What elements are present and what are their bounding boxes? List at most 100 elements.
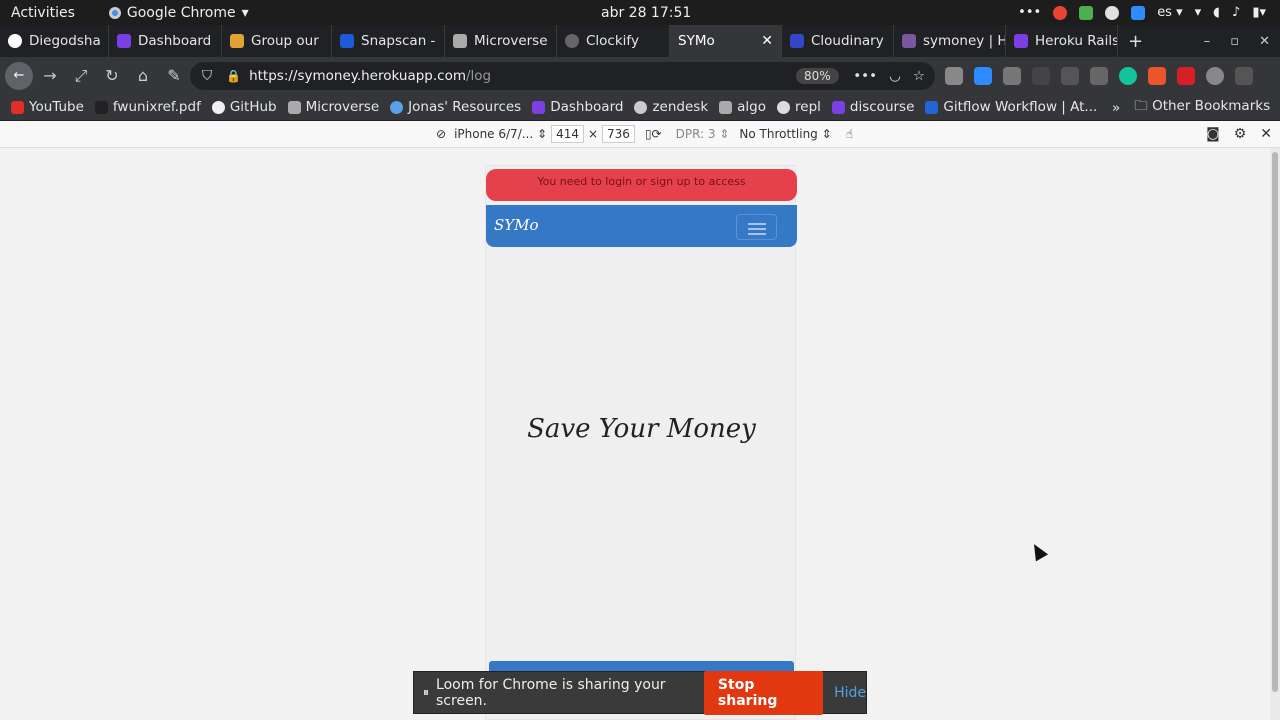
tab-label: Dashboard (138, 33, 212, 49)
tab-8[interactable]: symoney | H (894, 25, 1006, 57)
bookmark-discourse[interactable]: discourse (831, 99, 914, 115)
tab-4[interactable]: Microverse (445, 25, 557, 57)
close-tab-icon[interactable]: ✕ (751, 33, 773, 49)
maximize-button[interactable]: ▫ (1230, 34, 1239, 49)
bookmark-fwunixref[interactable]: fwunixref.pdf (94, 99, 201, 115)
bookmark-label: Jonas' Resources (408, 99, 522, 115)
lock-icon[interactable]: 🔒 (226, 69, 241, 83)
menu-icon[interactable] (1235, 66, 1253, 85)
sidebar-icon[interactable] (1003, 66, 1021, 85)
bookmark-algo[interactable]: algo (719, 99, 766, 115)
activities-button[interactable]: Activities (11, 5, 75, 21)
extension-orange-icon[interactable] (1148, 66, 1166, 85)
scrollbar-thumb[interactable] (1272, 152, 1278, 692)
address-bar[interactable]: ⛉ 🔒 https://symoney.herokuapp.com/log 80… (190, 61, 935, 90)
sync-icon[interactable] (1206, 66, 1224, 85)
rotate-icon[interactable]: ▯⟳ (645, 127, 662, 141)
screenshot-icon[interactable]: ◙ (1206, 126, 1220, 142)
grammarly-icon[interactable] (1119, 66, 1137, 85)
chrome-tray-icon[interactable] (1053, 5, 1068, 20)
shield-icon[interactable]: ⛉ (202, 68, 212, 84)
extensions-icon[interactable] (945, 66, 963, 85)
tab-label: Microverse (474, 33, 548, 49)
download-icon[interactable] (974, 66, 992, 85)
width-input[interactable]: 414 (551, 125, 584, 143)
device-selector[interactable]: iPhone 6/7/... ⇕ (454, 127, 547, 141)
tab-5[interactable]: Clockify (557, 25, 670, 57)
app-name: Google Chrome (126, 4, 236, 21)
money-bag-icon (230, 34, 244, 48)
tab-1[interactable]: Dashboard (109, 25, 222, 57)
extension-lock-icon[interactable] (1177, 66, 1195, 85)
minimize-button[interactable]: – (1204, 34, 1211, 49)
slack-tray-icon[interactable] (1105, 5, 1120, 20)
responsive-toolbar: ⊘ iPhone 6/7/... ⇕ 414 × 736 ▯⟳ DPR: 3 ⇕… (0, 121, 1280, 148)
dimension-separator: × (587, 127, 599, 141)
microverse-icon (831, 100, 845, 114)
bookmark-dashboard[interactable]: Dashboard (532, 99, 623, 115)
reload-button[interactable]: ↻ (98, 66, 126, 85)
wifi-icon[interactable]: ▾ (1195, 5, 1202, 20)
tab-6-active[interactable]: SYMo ✕ (670, 25, 782, 57)
github-icon (211, 100, 225, 114)
tab-2[interactable]: Group our (222, 25, 332, 57)
volume-icon[interactable]: ◖ (1213, 5, 1220, 20)
bookmark-youtube[interactable]: YouTube (11, 99, 84, 115)
zoom-level[interactable]: 80% (796, 67, 839, 84)
microverse-icon (453, 34, 467, 48)
bookmark-label: algo (737, 99, 767, 115)
bookmark-star-icon[interactable]: ☆ (913, 68, 925, 84)
tab-9[interactable]: Heroku Rails (1006, 25, 1118, 57)
bookmark-zendesk[interactable]: zendesk (634, 99, 708, 115)
eyedropper-icon[interactable] (1061, 66, 1079, 85)
tab-label: Snapscan - (361, 33, 436, 49)
zoom-tray-icon[interactable] (1131, 5, 1146, 20)
language-selector[interactable]: es ▾ (1157, 5, 1182, 20)
tab-label: Cloudinary (811, 33, 884, 49)
bookmark-label: GitHub (229, 99, 277, 115)
fullscreen-icon[interactable]: ⤢ (67, 66, 95, 86)
bookmarks-bar: YouTube fwunixref.pdf GitHub Microverse … (0, 94, 1280, 121)
pdf-icon (94, 100, 108, 114)
brand-logo[interactable]: SYMo (494, 216, 539, 234)
home-button[interactable]: ⌂ (129, 66, 157, 85)
bookmark-microverse[interactable]: Microverse (287, 99, 379, 115)
pocket-icon[interactable]: ◡ (889, 68, 901, 84)
hide-banner-button[interactable]: Hide (834, 685, 866, 701)
youtube-icon (11, 100, 24, 114)
tab-7[interactable]: Cloudinary (782, 25, 894, 57)
forward-button[interactable]: → (36, 66, 64, 85)
vertical-scrollbar[interactable] (1270, 148, 1280, 720)
tab-3[interactable]: Snapscan - (332, 25, 445, 57)
dpr-selector[interactable]: DPR: 3 ⇕ (676, 127, 730, 141)
height-input[interactable]: 736 (602, 125, 635, 143)
touch-simulation-icon[interactable]: ☝ (846, 127, 853, 141)
shield-tray-icon[interactable] (1079, 5, 1094, 20)
throttling-selector[interactable]: No Throttling ⇕ (739, 127, 831, 141)
other-bookmarks[interactable]: 🗀 Other Bookmarks (1134, 96, 1270, 119)
tab-0[interactable]: Diegodsha (0, 25, 109, 57)
system-tray[interactable]: ••• es ▾ ▾ ◖ ♪ ▮▾ (1018, 5, 1266, 20)
stop-sharing-button[interactable]: Stop sharing (703, 670, 824, 715)
bookmark-repl[interactable]: repl (777, 99, 821, 115)
bookmark-gitflow[interactable]: Gitflow Workflow | At... (925, 99, 1097, 115)
hamburger-menu-button[interactable] (736, 214, 777, 240)
wrench-icon[interactable]: ✎ (160, 66, 188, 85)
clock[interactable]: abr 28 17:51 (601, 5, 691, 21)
new-tab-button[interactable]: + (1128, 31, 1143, 52)
settings-gear-icon[interactable]: ⚙ (1234, 126, 1247, 142)
close-icon[interactable]: ✕ (1260, 126, 1272, 142)
bookmark-github[interactable]: GitHub (211, 99, 277, 115)
formula-icon[interactable] (1090, 66, 1108, 85)
back-button[interactable]: ← (5, 61, 33, 90)
microphone-icon[interactable]: ♪ (1232, 5, 1240, 20)
more-actions-icon[interactable]: ••• (853, 68, 877, 84)
bookmark-jonas[interactable]: Jonas' Resources (390, 99, 521, 115)
chevron-double-right-icon[interactable]: » (1112, 100, 1120, 116)
loading-icon[interactable] (1032, 66, 1050, 85)
app-menu[interactable]: Google Chrome ▾ (108, 4, 249, 21)
more-icon[interactable]: ••• (1018, 5, 1041, 20)
battery-icon[interactable]: ▮▾ (1252, 5, 1266, 20)
touch-icon[interactable]: ⊘ (436, 127, 446, 141)
close-window-button[interactable]: ✕ (1259, 34, 1270, 49)
